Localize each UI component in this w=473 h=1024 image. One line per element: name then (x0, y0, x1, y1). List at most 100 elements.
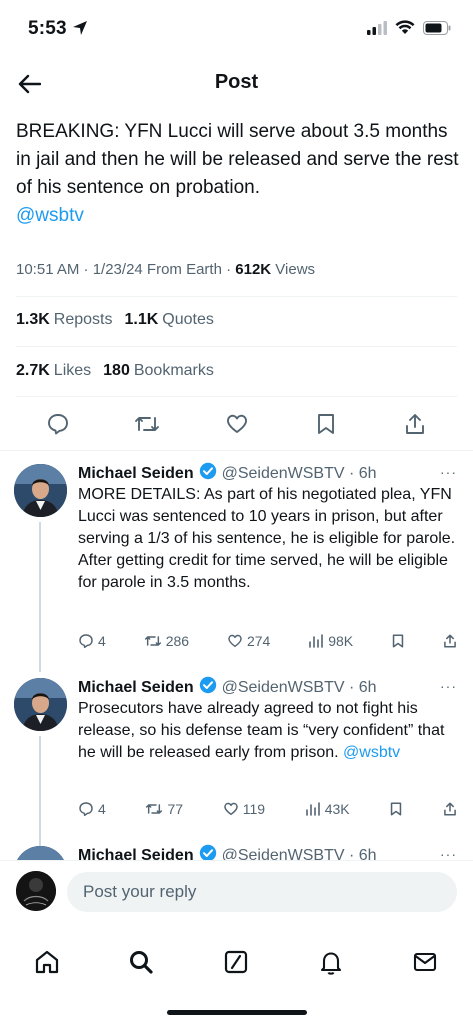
author-name[interactable]: Michael Seiden (78, 465, 194, 483)
like-icon (228, 634, 242, 648)
bookmarks-count: 180 (103, 362, 130, 379)
share-icon[interactable] (443, 801, 457, 817)
post-text: BREAKING: YFN Lucci will serve about 3.5… (16, 118, 461, 230)
bookmark-icon[interactable] (312, 410, 340, 438)
share-icon[interactable] (401, 410, 429, 438)
views-count: 98K (328, 633, 354, 649)
post-header: Post (0, 58, 473, 110)
status-indicators (367, 20, 451, 40)
avatar[interactable] (14, 678, 67, 731)
post-timestamp: 10:51 AM · 1/23/24 From Earth · (16, 261, 236, 278)
post-text-body: BREAKING: YFN Lucci will serve about 3.5… (16, 121, 459, 198)
reply-icon[interactable] (44, 410, 72, 438)
search-icon[interactable] (119, 940, 163, 984)
repost-count: 77 (167, 801, 184, 817)
reply-button[interactable]: 4 (78, 801, 106, 817)
status-time: 5:53 (28, 18, 67, 39)
reply-text: MORE DETAILS: As part of his negotiated … (78, 486, 456, 591)
signal-icon (367, 20, 387, 40)
my-avatar[interactable] (16, 871, 56, 911)
reply-count: 4 (98, 801, 106, 817)
avatar[interactable] (14, 464, 67, 517)
reply-button[interactable]: 4 (78, 633, 106, 649)
home-icon[interactable] (25, 940, 69, 984)
repost-icon (146, 804, 163, 814)
bookmark-icon[interactable] (391, 633, 405, 649)
reply-action-bar: 4 286 274 98K (78, 630, 457, 652)
bookmark-icon[interactable] (389, 801, 403, 817)
like-count: 119 (242, 801, 266, 817)
home-indicator (166, 1010, 307, 1015)
reply-item[interactable]: Michael Seiden @SeidenWSBTV · 6h ··· MOR… (0, 462, 473, 672)
reply-input[interactable]: Post your reply (67, 872, 457, 912)
reply-item[interactable]: Michael Seiden @SeidenWSBTV · 6h ··· Pro… (0, 676, 473, 846)
share-icon[interactable] (443, 633, 457, 649)
more-options-icon[interactable]: ··· (440, 464, 457, 480)
reposts-count: 1.3K (16, 311, 50, 328)
views-button[interactable]: 43K (305, 801, 350, 817)
grok-icon[interactable] (214, 940, 258, 984)
author-handle: @SeidenWSBTV · 6h (221, 846, 377, 861)
quotes-label: Quotes (162, 311, 214, 328)
more-options-icon[interactable]: ··· (440, 846, 457, 860)
quotes-count: 1.1K (124, 311, 159, 328)
bookmarks-stat[interactable]: 180 Bookmarks (103, 362, 214, 380)
author-handle: @SeidenWSBTV · 6h (221, 464, 377, 482)
divider (0, 450, 473, 451)
like-count: 274 (246, 633, 271, 649)
like-icon[interactable] (223, 410, 251, 438)
bookmarks-label: Bookmarks (133, 362, 214, 379)
verified-badge-icon (199, 462, 217, 485)
status-bar: 5:53 (0, 0, 473, 58)
reply-header: Michael Seiden @SeidenWSBTV · 6h (78, 462, 377, 485)
notifications-icon[interactable] (309, 940, 353, 984)
messages-icon[interactable] (403, 940, 447, 984)
avatar[interactable] (14, 846, 67, 860)
reply-header: Michael Seiden @SeidenWSBTV · 6h (78, 844, 377, 860)
like-icon (223, 802, 238, 816)
reply-header: Michael Seiden @SeidenWSBTV · 6h (78, 676, 377, 699)
reply-composer: Post your reply (0, 860, 473, 928)
repost-icon (144, 636, 161, 646)
post-action-bar (16, 402, 457, 446)
reply-text: Prosecutors have already agreed to not f… (78, 698, 460, 764)
repost-button[interactable]: 77 (145, 801, 183, 817)
author-name[interactable]: Michael Seiden (78, 679, 194, 697)
divider (16, 296, 457, 297)
likes-stat[interactable]: 2.7K Likes (16, 362, 91, 380)
location-arrow-icon (72, 20, 88, 41)
divider (16, 396, 457, 397)
reply-icon (79, 634, 93, 649)
likes-count: 2.7K (16, 362, 50, 379)
wifi-icon (395, 20, 415, 40)
thread-line (39, 736, 41, 846)
quotes-stat[interactable]: 1.1K Quotes (125, 311, 214, 329)
page-title: Post (214, 71, 259, 93)
like-button[interactable]: 274 (227, 633, 270, 649)
reply-item[interactable]: Michael Seiden @SeidenWSBTV · 6h ··· (0, 844, 473, 860)
reposts-label: Reposts (53, 311, 113, 328)
repost-count: 286 (165, 633, 190, 649)
author-handle: @SeidenWSBTV · 6h (221, 678, 377, 696)
post-mention-link[interactable]: @wsbtv (16, 205, 84, 226)
post-views-count: 612K (235, 261, 272, 278)
likes-label: Likes (53, 362, 92, 379)
thread-line (39, 522, 41, 672)
views-button[interactable]: 98K (308, 633, 353, 649)
more-options-icon[interactable]: ··· (440, 678, 457, 694)
reply-icon (79, 802, 93, 817)
reply-count: 4 (98, 633, 106, 649)
post-views-label: Views (271, 261, 316, 278)
reply-mention-link[interactable]: @wsbtv (343, 744, 400, 761)
repost-icon[interactable] (133, 410, 161, 438)
repost-button[interactable]: 286 (144, 633, 189, 649)
like-button[interactable]: 119 (223, 801, 265, 817)
bottom-tab-bar (0, 928, 473, 1024)
reposts-stat[interactable]: 1.3K Reposts (16, 311, 113, 329)
post-meta: 10:51 AM · 1/23/24 From Earth · 612K Vie… (16, 261, 315, 278)
author-name[interactable]: Michael Seiden (78, 847, 194, 861)
views-icon (309, 634, 324, 648)
reply-action-bar: 4 77 119 43K (78, 798, 457, 820)
views-icon (305, 802, 320, 816)
divider (16, 346, 457, 347)
